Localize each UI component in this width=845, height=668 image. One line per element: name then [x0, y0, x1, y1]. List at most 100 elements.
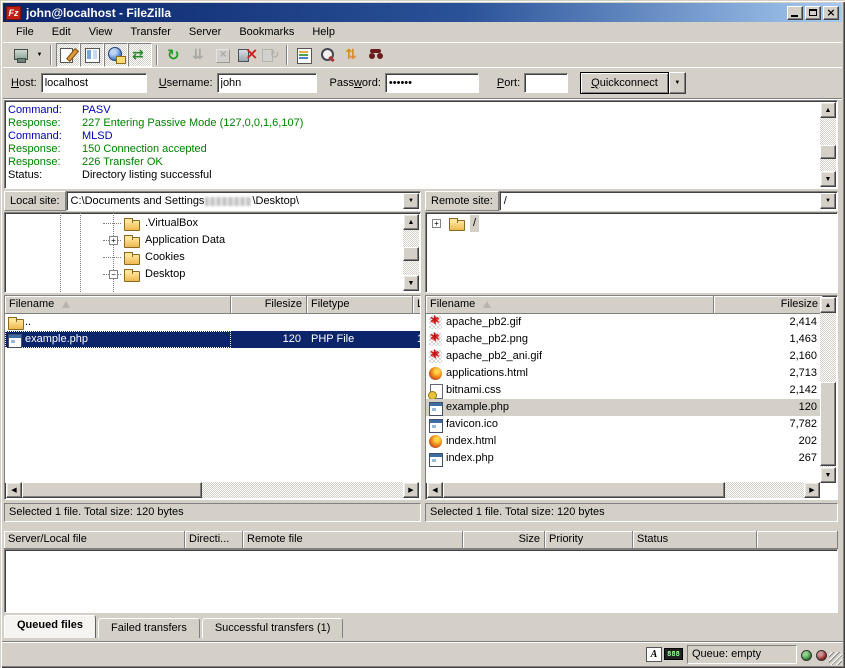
expand-icon[interactable]: +: [109, 236, 118, 245]
chevron-down-icon[interactable]: ▼: [403, 193, 419, 209]
file-row[interactable]: index.php267: [426, 450, 821, 467]
directory-listing-filters-button[interactable]: [292, 43, 316, 67]
local-site-combo[interactable]: C:\Documents and Settings\Desktop\ ▼: [66, 191, 421, 211]
scroll-left-icon[interactable]: ◀: [6, 482, 22, 498]
menu-view[interactable]: View: [80, 24, 122, 40]
file-row[interactable]: bitnami.css2,142: [426, 382, 821, 399]
file-row[interactable]: index.html202: [426, 433, 821, 450]
column-header-filesize[interactable]: Filesize: [231, 296, 307, 314]
site-manager-dropdown[interactable]: ▼: [33, 44, 46, 66]
remote-tree-item[interactable]: +/: [426, 215, 837, 232]
file-name: apache_pb2.gif: [446, 314, 521, 331]
remote-site-label: Remote site:: [425, 191, 499, 211]
file-row[interactable]: apache_pb2.png1,463: [426, 331, 821, 348]
queue-column-empty[interactable]: [757, 531, 838, 549]
menu-transfer[interactable]: Transfer: [121, 24, 180, 40]
port-input[interactable]: [524, 73, 568, 93]
file-row[interactable]: ..: [5, 314, 420, 331]
directory-comparison-button[interactable]: [316, 43, 340, 67]
scroll-right-icon[interactable]: ▶: [403, 482, 419, 498]
scroll-thumb[interactable]: [443, 482, 725, 498]
toggle-transfer-queue-button[interactable]: [128, 43, 152, 67]
local-tree-item[interactable]: +Application Data: [5, 232, 420, 249]
scroll-up-icon[interactable]: ▲: [820, 297, 836, 313]
titlebar[interactable]: Fz john@localhost - FileZilla ×: [3, 3, 842, 22]
tab-failed-transfers[interactable]: Failed transfers: [98, 618, 200, 638]
scroll-right-icon[interactable]: ▶: [804, 482, 820, 498]
queue-column-status[interactable]: Status: [633, 531, 757, 549]
menu-file[interactable]: File: [7, 24, 43, 40]
local-tree-item[interactable]: Cookies: [5, 249, 420, 266]
file-row[interactable]: apache_pb2_ani.gif2,160: [426, 348, 821, 365]
tab-successful-transfers-1-[interactable]: Successful transfers (1): [202, 618, 344, 638]
queue-column-remote-file[interactable]: Remote file: [243, 531, 463, 549]
file-row[interactable]: favicon.ico7,782: [426, 416, 821, 433]
tab-queued-files[interactable]: Queued files: [4, 615, 96, 638]
scroll-thumb[interactable]: [403, 247, 419, 261]
scroll-up-icon[interactable]: ▲: [403, 214, 419, 230]
password-input[interactable]: [385, 73, 479, 93]
column-header-l[interactable]: L: [413, 296, 421, 314]
quickconnect-dropdown[interactable]: ▼: [669, 72, 686, 94]
queue-column-size[interactable]: Size: [463, 531, 545, 549]
queue-column-server-local-file[interactable]: Server/Local file: [4, 531, 185, 549]
application-file-icon: [7, 333, 23, 347]
menu-help[interactable]: Help: [303, 24, 344, 40]
toggle-local-tree-button[interactable]: [80, 43, 104, 67]
file-row[interactable]: example.php 120: [426, 399, 821, 416]
quickconnect-button[interactable]: Quickconnect: [580, 72, 669, 94]
refresh-button[interactable]: [162, 43, 186, 67]
file-name: example.php: [446, 399, 509, 416]
site-manager-button[interactable]: [9, 43, 33, 67]
file-row[interactable]: example.php120PHP File1: [5, 331, 420, 348]
maximize-button[interactable]: [805, 6, 821, 20]
local-tree-item[interactable]: −Desktop: [5, 266, 420, 283]
remote-directory-tree: +/: [425, 212, 838, 293]
log-scrollbar[interactable]: ▲ ▼: [820, 102, 836, 187]
cancel-operation-button: [210, 43, 234, 67]
toggle-remote-tree-button[interactable]: [104, 43, 128, 67]
local-tree-scrollbar[interactable]: ▲ ▼: [403, 214, 419, 291]
column-header-filetype[interactable]: Filetype: [307, 296, 413, 314]
speed-limits-icon[interactable]: 888: [664, 648, 683, 660]
chevron-down-icon[interactable]: ▼: [820, 193, 836, 209]
menu-server[interactable]: Server: [180, 24, 230, 40]
column-header-filename[interactable]: Filename: [5, 296, 231, 314]
file-row[interactable]: applications.html2,713: [426, 365, 821, 382]
scroll-down-icon[interactable]: ▼: [403, 275, 419, 291]
scroll-down-icon[interactable]: ▼: [820, 467, 836, 483]
toggle-message-log-button[interactable]: [56, 43, 80, 67]
close-button[interactable]: ×: [823, 6, 839, 20]
scroll-left-icon[interactable]: ◀: [427, 482, 443, 498]
collapse-icon[interactable]: −: [109, 270, 118, 279]
column-header-filename[interactable]: Filename: [426, 296, 714, 314]
scroll-thumb[interactable]: [22, 482, 202, 498]
resize-grip[interactable]: [829, 652, 842, 665]
local-list-hscrollbar[interactable]: ◀ ▶: [6, 482, 419, 498]
disconnect-button[interactable]: [234, 43, 258, 67]
folder-icon: [7, 316, 23, 330]
remote-list-scrollbar[interactable]: ▲ ▼: [820, 297, 836, 483]
column-header-filesize[interactable]: Filesize: [714, 296, 823, 314]
username-input[interactable]: [217, 73, 317, 93]
log-line: Command:PASV: [8, 104, 817, 117]
remote-list-hscrollbar[interactable]: ◀ ▶: [427, 482, 820, 498]
menu-bookmarks[interactable]: Bookmarks: [230, 24, 303, 40]
file-row[interactable]: apache_pb2.gif2,414: [426, 314, 821, 331]
file-name: applications.html: [446, 365, 528, 382]
synchronized-browsing-button[interactable]: [340, 43, 364, 67]
local-tree-item[interactable]: .VirtualBox: [5, 215, 420, 232]
host-input[interactable]: [41, 73, 147, 93]
scroll-thumb[interactable]: [820, 145, 836, 159]
minimize-button[interactable]: [787, 6, 803, 20]
queue-column-directi-[interactable]: Directi...: [185, 531, 243, 549]
queue-column-priority[interactable]: Priority: [545, 531, 633, 549]
scroll-up-icon[interactable]: ▲: [820, 102, 836, 118]
menu-edit[interactable]: Edit: [43, 24, 80, 40]
file-size: 120: [714, 399, 821, 416]
scroll-down-icon[interactable]: ▼: [820, 171, 836, 187]
scroll-thumb[interactable]: [820, 382, 836, 466]
remote-site-combo[interactable]: / ▼: [499, 191, 838, 211]
expand-icon[interactable]: +: [432, 219, 441, 228]
find-files-button[interactable]: [364, 43, 388, 67]
